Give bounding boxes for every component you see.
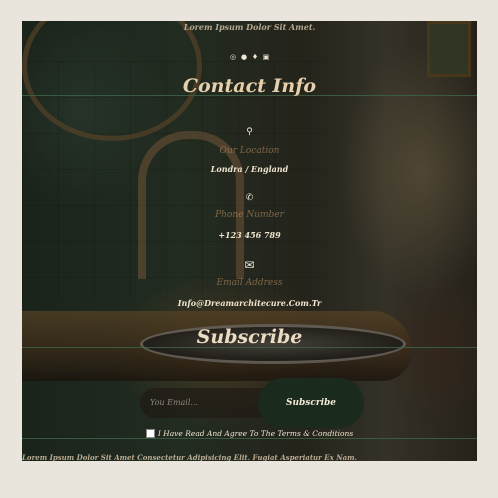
location-label: Our Location bbox=[219, 146, 280, 156]
instagram-icon[interactable]: ◎ bbox=[229, 53, 237, 61]
terms-label: I Have Read And Agree To The Terms & Con… bbox=[157, 429, 354, 438]
contact-title: Contact Info bbox=[182, 75, 317, 97]
subscribe-button[interactable]: Subscribe bbox=[258, 378, 364, 428]
email-input[interactable]: You Email... bbox=[140, 388, 276, 418]
phone-icon: ✆ bbox=[245, 193, 254, 203]
subscribe-title: Subscribe bbox=[196, 326, 303, 348]
terms-checkbox[interactable] bbox=[145, 429, 155, 438]
social-links: ◎ ● ♦ ▣ bbox=[22, 53, 477, 61]
envelope-icon: ✉ bbox=[244, 258, 255, 272]
twitter-icon[interactable]: ♦ bbox=[251, 53, 259, 61]
phone-value: +123 456 789 bbox=[218, 230, 281, 240]
location-value: Londra / England bbox=[210, 164, 289, 174]
linkedin-icon[interactable]: ▣ bbox=[262, 53, 270, 61]
header-tagline: Lorem Ipsum Dolor Sit Amet. bbox=[183, 22, 316, 32]
terms-agreement: I Have Read And Agree To The Terms & Con… bbox=[22, 429, 477, 438]
footer-text: Lorem Ipsum Dolor Sit Amet Consectetur A… bbox=[22, 453, 357, 461]
facebook-icon[interactable]: ● bbox=[240, 53, 248, 61]
map-pin-icon: ⚲ bbox=[246, 127, 253, 137]
email-label: Email Address bbox=[216, 278, 283, 288]
contact-section: Lorem Ipsum Dolor Sit Amet. ◎ ● ♦ ▣ Cont… bbox=[22, 21, 477, 461]
phone-label: Phone Number bbox=[215, 210, 284, 220]
email-value[interactable]: Info@Dreamarchitecure.Com.Tr bbox=[22, 298, 477, 308]
content: Lorem Ipsum Dolor Sit Amet. ◎ ● ♦ ▣ Cont… bbox=[22, 21, 477, 461]
